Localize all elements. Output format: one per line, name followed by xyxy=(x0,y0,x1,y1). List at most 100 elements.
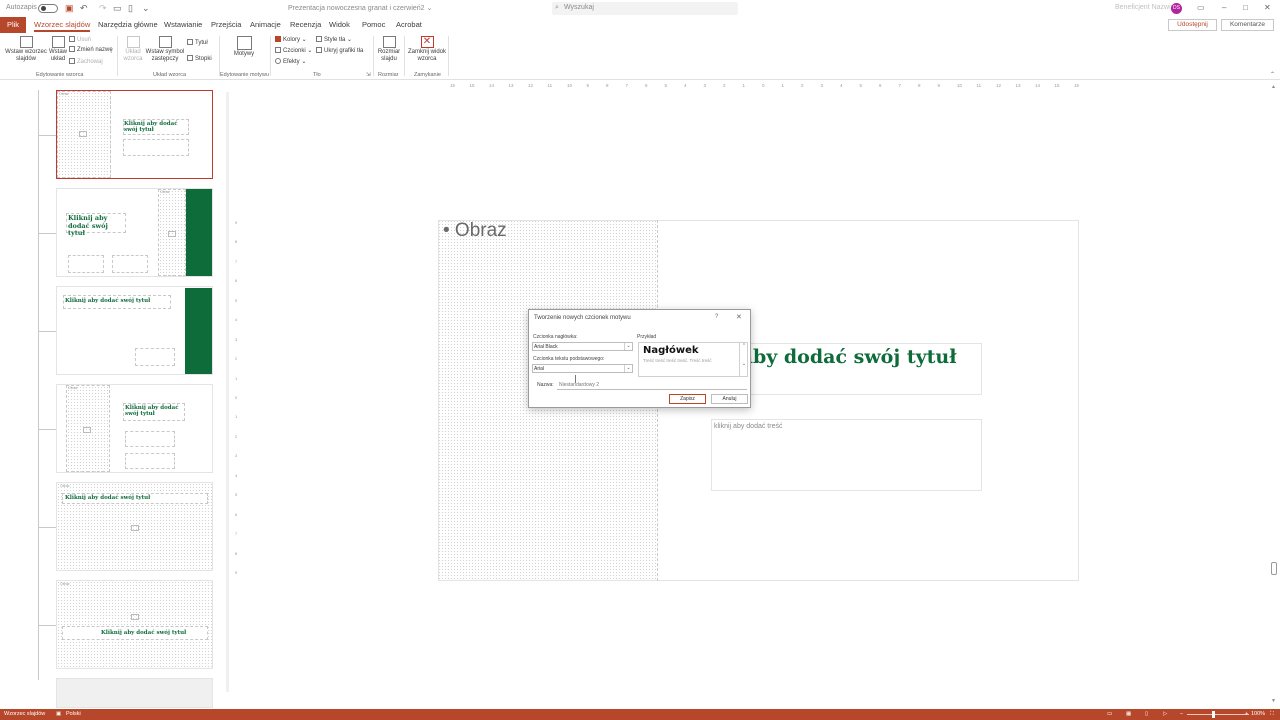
zoom-in-icon[interactable]: + xyxy=(1245,711,1248,717)
thumbnail-scroll-track[interactable] xyxy=(226,92,229,692)
redo-icon[interactable]: ↷ xyxy=(99,3,107,14)
heading-font-select[interactable]: Arial Black ⌄ xyxy=(532,342,633,351)
layout-icon xyxy=(51,36,65,48)
zoom-level[interactable]: 100% xyxy=(1251,711,1265,717)
themes-button[interactable]: Motywy xyxy=(230,36,258,58)
minimize-icon[interactable]: – xyxy=(1222,3,1226,12)
present-icon[interactable]: ▭ xyxy=(113,3,122,14)
delete-label: Usuń xyxy=(77,37,92,43)
tab-home[interactable]: Narzędzia główne xyxy=(98,20,158,29)
close-master-view-button[interactable]: ✕ Zamknij widok wzorca xyxy=(408,36,446,63)
tab-slide-master[interactable]: Wzorzec slajdów xyxy=(34,20,91,32)
ruler-tick-label: 5 xyxy=(235,297,238,303)
autosave-toggle[interactable] xyxy=(38,4,58,13)
fonts-button[interactable]: Czcionki ⌄ xyxy=(275,47,312,55)
thumbnail-scrollbar[interactable] xyxy=(224,84,231,704)
picture-icon xyxy=(131,614,139,620)
canvas-scrollbar[interactable]: ▲ ▼ xyxy=(1270,84,1278,706)
thumb-picture-label: Obraz xyxy=(60,484,70,488)
background-dialog-launcher-icon[interactable]: ⇲ xyxy=(366,72,371,78)
undo-icon[interactable]: ↶ xyxy=(80,3,88,14)
master-layout-label: Układ wzorca xyxy=(123,49,143,62)
ruler-tick-label: 6 xyxy=(879,83,882,88)
insert-master-button[interactable]: Wstaw wzorzec slajdów xyxy=(4,36,48,63)
zoom-out-icon[interactable]: – xyxy=(1180,711,1183,717)
close-icon[interactable]: ✕ xyxy=(1264,3,1271,12)
master-layout-button[interactable]: Układ wzorca xyxy=(122,36,144,63)
insert-layout-button[interactable]: Wstaw układ xyxy=(48,36,68,63)
title-checkbox[interactable]: Tytuł xyxy=(187,39,208,47)
body-placeholder[interactable]: kliknij aby dodać treść xyxy=(711,419,982,491)
ruler-tick-label: 10 xyxy=(957,83,963,88)
ribbon-options-icon[interactable]: ▭ xyxy=(1197,3,1205,12)
tab-file[interactable]: Plik xyxy=(0,17,26,33)
create-theme-fonts-dialog: Tworzenie nowych czcionek motywu ? ✕ Czc… xyxy=(528,309,751,408)
fit-to-window-icon[interactable]: ⛶ xyxy=(1270,711,1274,718)
slide-size-button[interactable]: Rozmiar slajdu xyxy=(376,36,402,63)
chevron-down-icon[interactable]: ⌄ xyxy=(624,343,632,350)
dialog-close-icon[interactable]: ✕ xyxy=(736,313,742,321)
layout-thumbnail[interactable]: Obraz Kliknij aby dodać swój tytuł xyxy=(56,188,213,277)
language[interactable]: Polski xyxy=(66,711,81,717)
delete-button[interactable]: Usuń xyxy=(69,36,91,44)
ruler-tick-label: 1 xyxy=(235,375,238,381)
colors-button[interactable]: Kolory ⌄ xyxy=(275,36,307,44)
hide-background-checkbox[interactable]: Ukryj grafiki tła xyxy=(316,47,363,55)
scroll-thumb[interactable] xyxy=(1271,562,1277,575)
avatar[interactable]: DS xyxy=(1171,3,1182,14)
comments-button[interactable]: Komentarze xyxy=(1221,19,1274,31)
scroll-down-icon[interactable]: ▼ xyxy=(1271,698,1276,704)
layout-thumbnail[interactable]: Obraz Kliknij aby dodać swój tytuł xyxy=(56,580,213,669)
name-input[interactable]: Niestandardowy 2 xyxy=(557,381,747,390)
preserve-button[interactable]: Zachowaj xyxy=(69,58,103,66)
new-file-icon[interactable]: ▯ xyxy=(128,3,133,14)
layout-thumbnail[interactable]: Obraz Kliknij aby dodać swój tytuł xyxy=(56,90,213,179)
view-name: Wzorzec slajdów xyxy=(4,711,46,717)
tab-animations[interactable]: Animacje xyxy=(250,20,281,29)
group-edit-theme-label: Edytowanie motywu xyxy=(220,72,269,78)
tab-acrobat[interactable]: Acrobat xyxy=(396,20,422,29)
ruler-tick-label: 15 xyxy=(1054,83,1060,88)
ruler-tick-label: 2 xyxy=(235,433,238,439)
body-font-select[interactable]: Arial ⌄ xyxy=(532,364,633,373)
tab-help[interactable]: Pomoc xyxy=(362,20,385,29)
tab-view[interactable]: Widok xyxy=(329,20,350,29)
share-button[interactable]: Udostępnij xyxy=(1168,19,1217,31)
chevron-down-icon[interactable]: ⌄ xyxy=(624,365,632,372)
preview-scrollbar[interactable]: ⌃ ⌄ xyxy=(739,343,748,376)
tab-transitions[interactable]: Przejścia xyxy=(211,20,241,29)
collapse-ribbon-icon[interactable]: ⌃ xyxy=(1270,71,1275,78)
zoom-slider-thumb[interactable] xyxy=(1212,711,1215,718)
layout-thumbnail[interactable]: Obraz Kliknij aby dodać swój tytuł xyxy=(56,482,213,571)
zoom-slider[interactable] xyxy=(1187,714,1249,715)
title-placeholder[interactable]: Kliknij aby dodać swój tytuł xyxy=(711,343,982,395)
footers-checkbox[interactable]: Stopki xyxy=(187,55,212,63)
name-label: Nazwa: xyxy=(537,382,554,388)
accessibility-icon[interactable]: ▣ xyxy=(56,711,61,717)
search-box[interactable]: ⌕ Wyszukaj xyxy=(552,2,738,15)
maximize-icon[interactable]: □ xyxy=(1243,3,1248,12)
tab-review[interactable]: Recenzja xyxy=(290,20,321,29)
tab-insert[interactable]: Wstawianie xyxy=(164,20,202,29)
slideshow-icon[interactable]: ▷ xyxy=(1163,711,1167,717)
slide-sorter-icon[interactable]: ▦ xyxy=(1126,711,1131,717)
normal-view-icon[interactable]: ▭ xyxy=(1107,711,1112,717)
ruler-tick-label: 1 xyxy=(781,83,785,88)
footers-checkbox-label: Stopki xyxy=(195,56,212,62)
reading-view-icon[interactable]: ▯ xyxy=(1145,711,1148,717)
ribbon-separator xyxy=(373,36,374,76)
layout-thumbnail[interactable]: Obraz Kliknij aby dodać swój tytuł xyxy=(56,384,213,473)
background-styles-button[interactable]: Style tła ⌄ xyxy=(316,36,352,44)
layout-thumbnail[interactable] xyxy=(56,678,213,708)
scroll-up-icon[interactable]: ▲ xyxy=(1271,84,1276,90)
customize-qat-icon[interactable]: ⌄ xyxy=(142,3,150,14)
layout-thumbnail[interactable]: Kliknij aby dodać swój tytuł xyxy=(56,286,213,375)
save-icon[interactable]: ▣ xyxy=(65,3,74,14)
rename-button[interactable]: Zmień nazwę xyxy=(69,46,113,54)
effects-button[interactable]: Efekty ⌄ xyxy=(275,58,306,66)
help-icon[interactable]: ? xyxy=(715,314,718,320)
cancel-button[interactable]: Anuluj xyxy=(711,394,748,404)
save-button[interactable]: Zapisz xyxy=(669,394,706,404)
insert-placeholder-button[interactable]: Wstaw symbol zastępczy xyxy=(145,36,185,63)
master-layout-icon xyxy=(126,36,140,48)
